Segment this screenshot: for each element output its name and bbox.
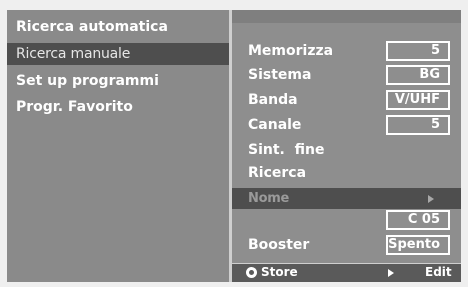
booster-value[interactable]: Spento xyxy=(386,235,450,255)
tv-menu-screen: Ricerca automatica Ricerca manuale Set u… xyxy=(0,0,468,287)
store-hint[interactable]: Store xyxy=(261,263,298,282)
memorizza-label[interactable]: Memorizza xyxy=(248,41,333,61)
menu-item-ricerca-automatica[interactable]: Ricerca automatica xyxy=(7,16,229,38)
banda-value[interactable]: V/UHF xyxy=(386,90,450,110)
menu-item-progr-favorito[interactable]: Progr. Favorito xyxy=(7,96,229,118)
nome-row-highlight[interactable]: Nome xyxy=(232,188,461,209)
canale-label[interactable]: Canale xyxy=(248,115,301,135)
canale-value[interactable]: 5 xyxy=(386,115,450,135)
sint-fine-label[interactable]: Sint. fine xyxy=(248,140,324,160)
manual-search-panel: Memorizza 5 Sistema BG Banda V/UHF Canal… xyxy=(232,10,461,282)
booster-label[interactable]: Booster xyxy=(248,235,309,255)
main-menu: Ricerca automatica Ricerca manuale Set u… xyxy=(7,10,229,282)
right-arrow-icon xyxy=(428,195,434,203)
menu-item-set-up-programmi[interactable]: Set up programmi xyxy=(7,70,229,92)
memorizza-value[interactable]: 5 xyxy=(386,41,450,61)
sistema-label[interactable]: Sistema xyxy=(248,65,311,85)
nome-label: Nome xyxy=(248,191,289,206)
panel-top-band xyxy=(232,10,461,23)
edit-hint[interactable]: Edit xyxy=(425,263,452,282)
banda-label[interactable]: Banda xyxy=(248,90,298,110)
ricerca-label[interactable]: Ricerca xyxy=(248,163,306,183)
menu-item-ricerca-manuale[interactable]: Ricerca manuale xyxy=(7,43,229,65)
play-arrow-icon xyxy=(388,269,394,277)
circle-button-icon xyxy=(246,267,257,278)
key-hint-footer: Store Edit xyxy=(232,263,461,282)
channel-name-value[interactable]: C 05 xyxy=(386,210,450,230)
sistema-value[interactable]: BG xyxy=(386,65,450,85)
